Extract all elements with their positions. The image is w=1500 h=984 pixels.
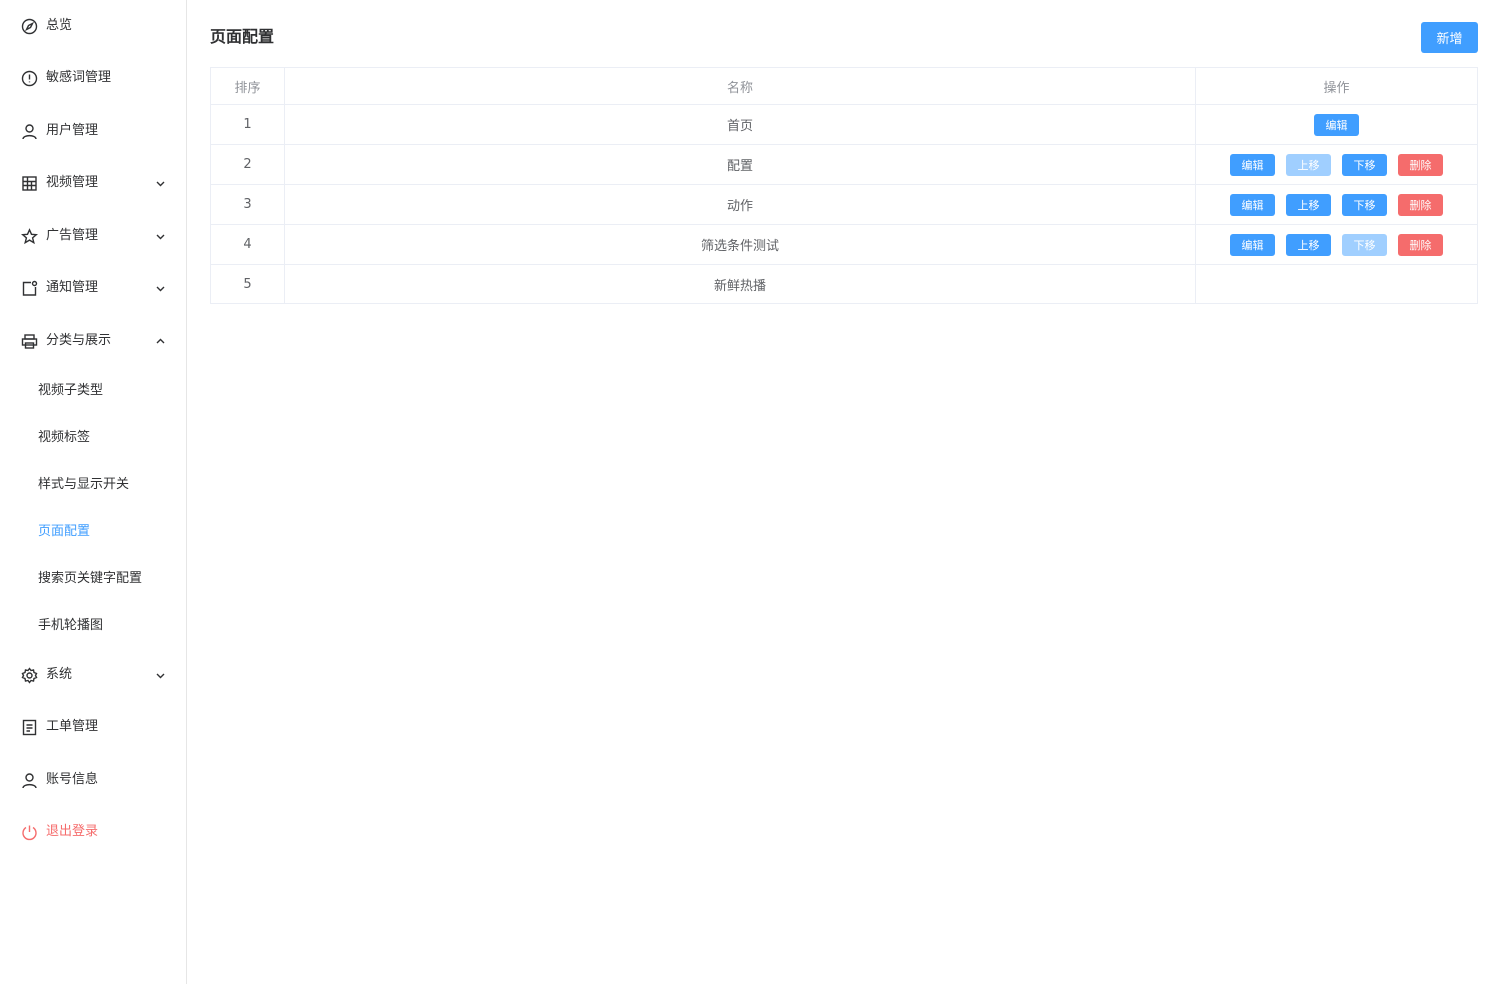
grid-icon bbox=[22, 176, 37, 191]
move-up-button[interactable]: 上移 bbox=[1286, 193, 1331, 216]
actions-cell: 编辑 上移 下移 删除 bbox=[1196, 225, 1477, 264]
order-cell: 1 bbox=[211, 105, 285, 144]
sidebar-item-label: 敏感词管理 bbox=[46, 70, 112, 85]
actions-cell bbox=[1196, 265, 1477, 303]
gear-icon bbox=[21, 667, 38, 684]
actions-cell: 编辑 bbox=[1196, 105, 1477, 144]
sidebar-item-label: 系统 bbox=[46, 667, 73, 682]
sidebar-item-users[interactable]: 用户管理 bbox=[0, 111, 186, 151]
user-icon bbox=[22, 773, 37, 789]
sidebar-subitem-video-subtypes[interactable]: 视频子类型 bbox=[0, 371, 186, 411]
edit-button[interactable]: 编辑 bbox=[1230, 153, 1275, 176]
sidebar-item-label: 分类与展示 bbox=[46, 333, 112, 348]
name-cell: 首页 bbox=[285, 105, 1196, 144]
document-icon bbox=[22, 719, 37, 736]
user-icon bbox=[22, 124, 37, 140]
name-cell: 配置 bbox=[285, 145, 1196, 184]
sidebar-subitem-label: 样式与显示开关 bbox=[38, 477, 130, 492]
table-row: 4 筛选条件测试 编辑 上移 下移 删除 bbox=[211, 225, 1477, 265]
column-header-name: 名称 bbox=[285, 68, 1196, 104]
sidebar-item-overview[interactable]: 总览 bbox=[0, 6, 186, 46]
warning-icon bbox=[21, 70, 38, 87]
table-header-row: 排序 名称 操作 bbox=[211, 68, 1477, 105]
sidebar-item-label: 用户管理 bbox=[46, 123, 99, 138]
sidebar-item-label: 总览 bbox=[46, 18, 73, 33]
page-title: 页面配置 bbox=[210, 27, 275, 46]
move-down-button[interactable]: 下移 bbox=[1342, 153, 1387, 176]
move-down-button: 下移 bbox=[1342, 233, 1387, 256]
sidebar-item-label: 广告管理 bbox=[46, 228, 99, 243]
name-cell: 动作 bbox=[285, 185, 1196, 224]
chevron-down-icon bbox=[156, 181, 165, 187]
sidebar-item-label: 视频管理 bbox=[46, 175, 99, 190]
sidebar-subitem-label: 搜索页关键字配置 bbox=[38, 571, 143, 586]
sidebar-subitem-search-keywords[interactable]: 搜索页关键字配置 bbox=[0, 559, 186, 599]
sidebar-subitem-page-config[interactable]: 页面配置 bbox=[0, 512, 186, 552]
printer-icon bbox=[21, 334, 38, 349]
sidebar-item-logout[interactable]: 退出登录 bbox=[0, 812, 186, 852]
column-header-actions: 操作 bbox=[1323, 80, 1350, 96]
delete-button[interactable]: 删除 bbox=[1398, 233, 1443, 256]
edit-button[interactable]: 编辑 bbox=[1230, 193, 1275, 216]
delete-button[interactable]: 删除 bbox=[1398, 153, 1443, 176]
sidebar-item-system[interactable]: 系统 bbox=[0, 655, 186, 695]
compass-icon bbox=[21, 18, 38, 35]
chevron-down-icon bbox=[156, 234, 165, 240]
chevron-up-icon bbox=[156, 338, 165, 344]
move-up-button[interactable]: 上移 bbox=[1286, 233, 1331, 256]
delete-button[interactable]: 删除 bbox=[1398, 193, 1443, 216]
power-icon bbox=[22, 825, 37, 841]
order-cell: 3 bbox=[211, 185, 285, 224]
sidebar-item-categories[interactable]: 分类与展示 bbox=[0, 321, 186, 361]
sidebar-subitem-style-toggles[interactable]: 样式与显示开关 bbox=[0, 465, 186, 505]
sidebar-subitem-label: 手机轮播图 bbox=[38, 618, 104, 633]
sidebar-item-notifications[interactable]: 通知管理 bbox=[0, 268, 186, 308]
add-button[interactable]: 新增 bbox=[1421, 22, 1478, 53]
move-down-button[interactable]: 下移 bbox=[1342, 193, 1387, 216]
order-cell: 4 bbox=[211, 225, 285, 264]
sidebar: 总览 敏感词管理 用户管理 视频管理 广告管理 通知管理 分类与展示 视频子类型… bbox=[0, 0, 187, 984]
sidebar-item-label: 退出登录 bbox=[46, 824, 99, 839]
table-row: 5 新鲜热播 bbox=[211, 265, 1477, 303]
sidebar-subitem-label: 页面配置 bbox=[38, 524, 91, 539]
sidebar-subitem-label: 视频子类型 bbox=[38, 383, 104, 398]
sidebar-item-sensitive-words[interactable]: 敏感词管理 bbox=[0, 58, 186, 98]
order-cell: 2 bbox=[211, 145, 285, 184]
name-cell: 新鲜热播 bbox=[285, 265, 1196, 303]
chevron-down-icon bbox=[156, 286, 165, 292]
sidebar-subitem-mobile-carousel[interactable]: 手机轮播图 bbox=[0, 606, 186, 646]
sidebar-subitem-label: 视频标签 bbox=[38, 430, 91, 445]
sidebar-item-videos[interactable]: 视频管理 bbox=[0, 163, 186, 203]
sidebar-item-label: 工单管理 bbox=[46, 719, 99, 734]
column-header-order: 排序 bbox=[211, 68, 285, 104]
order-cell: 5 bbox=[211, 265, 285, 303]
chevron-down-icon bbox=[156, 673, 165, 679]
table-row: 3 动作 编辑 上移 下移 删除 bbox=[211, 185, 1477, 225]
edit-button[interactable]: 编辑 bbox=[1314, 113, 1359, 136]
actions-cell: 编辑 上移 下移 删除 bbox=[1196, 145, 1477, 184]
table-row: 2 配置 编辑 上移 下移 删除 bbox=[211, 145, 1477, 185]
move-up-button: 上移 bbox=[1286, 153, 1331, 176]
sidebar-item-account[interactable]: 账号信息 bbox=[0, 760, 186, 800]
sidebar-item-label: 通知管理 bbox=[46, 280, 99, 295]
sidebar-item-ads[interactable]: 广告管理 bbox=[0, 216, 186, 256]
sidebar-item-tickets[interactable]: 工单管理 bbox=[0, 707, 186, 747]
table-row: 1 首页 编辑 bbox=[211, 105, 1477, 145]
page-config-table: 排序 名称 操作 1 首页 编辑 2 配置 编辑 上移 下移 删除 3 动作 编… bbox=[210, 67, 1478, 304]
name-cell: 筛选条件测试 bbox=[285, 225, 1196, 264]
star-icon bbox=[21, 228, 38, 245]
sidebar-subitem-video-tags[interactable]: 视频标签 bbox=[0, 418, 186, 458]
message-box-icon bbox=[22, 280, 38, 296]
edit-button[interactable]: 编辑 bbox=[1230, 233, 1275, 256]
sidebar-item-label: 账号信息 bbox=[46, 772, 99, 787]
actions-cell: 编辑 上移 下移 删除 bbox=[1196, 185, 1477, 224]
